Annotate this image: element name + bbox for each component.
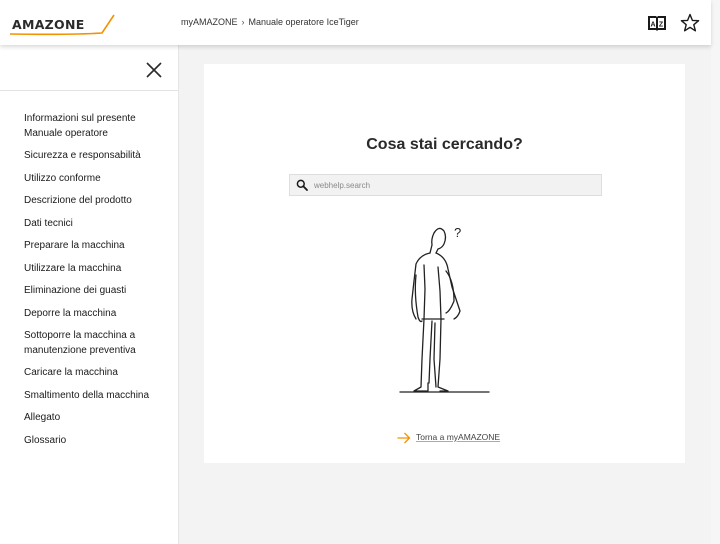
sidebar-item-utilizzo-conforme[interactable]: Utilizzo conforme <box>24 172 169 187</box>
search-icon <box>296 179 308 191</box>
breadcrumb-current-page: Manuale operatore IceTiger <box>248 17 359 27</box>
thinking-man-illustration: ? <box>399 225 490 393</box>
sidebar-item-glossario[interactable]: Glossario <box>24 434 169 449</box>
sidebar-item-eliminazione-guasti[interactable]: Eliminazione dei guasti <box>24 284 169 299</box>
sidebar-item-sicurezza[interactable]: Sicurezza e responsabilità <box>24 149 169 164</box>
sidebar-item-deporre[interactable]: Deporre la macchina <box>24 307 169 322</box>
sidebar-divider <box>0 90 178 91</box>
favorite-button[interactable] <box>679 12 701 34</box>
breadcrumb-separator: › <box>241 17 245 27</box>
breadcrumb: myAMAZONE › Manuale operatore IceTiger <box>181 17 359 27</box>
sidebar-item-utilizzare[interactable]: Utilizzare la macchina <box>24 262 169 277</box>
search-input[interactable] <box>314 175 594 195</box>
page-scrollbar[interactable] <box>711 0 720 544</box>
sidebar-item-smaltimento[interactable]: Smaltimento della macchina <box>24 389 169 404</box>
amazone-logo[interactable]: AMAZONE <box>10 12 116 38</box>
search-box[interactable] <box>289 174 602 196</box>
arrow-right-icon <box>397 432 411 444</box>
glossary-book-icon: A Z <box>648 16 666 31</box>
sidebar: Informazioni sul presente Manuale operat… <box>0 45 179 544</box>
svg-text:A: A <box>650 22 655 29</box>
sidebar-item-dati-tecnici[interactable]: Dati tecnici <box>24 217 169 232</box>
sidebar-item-manutenzione[interactable]: Sottoporre la macchina a manutenzione pr… <box>24 329 169 358</box>
sidebar-item-informazioni[interactable]: Informazioni sul presente Manuale operat… <box>24 112 169 141</box>
sidebar-item-caricare[interactable]: Caricare la macchina <box>24 366 169 381</box>
sidebar-item-allegato[interactable]: Allegato <box>24 411 169 426</box>
page-title: Cosa stai cercando? <box>366 136 523 153</box>
question-mark: ? <box>454 225 461 240</box>
back-link-label: Torna a myAMAZONE <box>416 432 501 442</box>
star-icon <box>680 13 700 32</box>
glossary-button[interactable]: A Z <box>646 12 668 34</box>
svg-text:Z: Z <box>659 22 664 29</box>
breadcrumb-link-myamazone[interactable]: myAMAZONE <box>181 17 238 27</box>
sidebar-item-preparare[interactable]: Preparare la macchina <box>24 239 169 254</box>
sidebar-item-descrizione-prodotto[interactable]: Descrizione del prodotto <box>24 194 169 209</box>
close-sidebar-button[interactable] <box>144 60 164 80</box>
close-icon <box>146 62 162 78</box>
search-card: Cosa stai cercando? webhelp.search ? Tor… <box>204 64 685 463</box>
top-header: AMAZONE myAMAZONE › Manuale operatore IceT… <box>0 0 711 45</box>
sidebar-nav: Informazioni sul presente Manuale operat… <box>24 112 169 456</box>
amazone-logo-swoosh <box>10 14 115 36</box>
